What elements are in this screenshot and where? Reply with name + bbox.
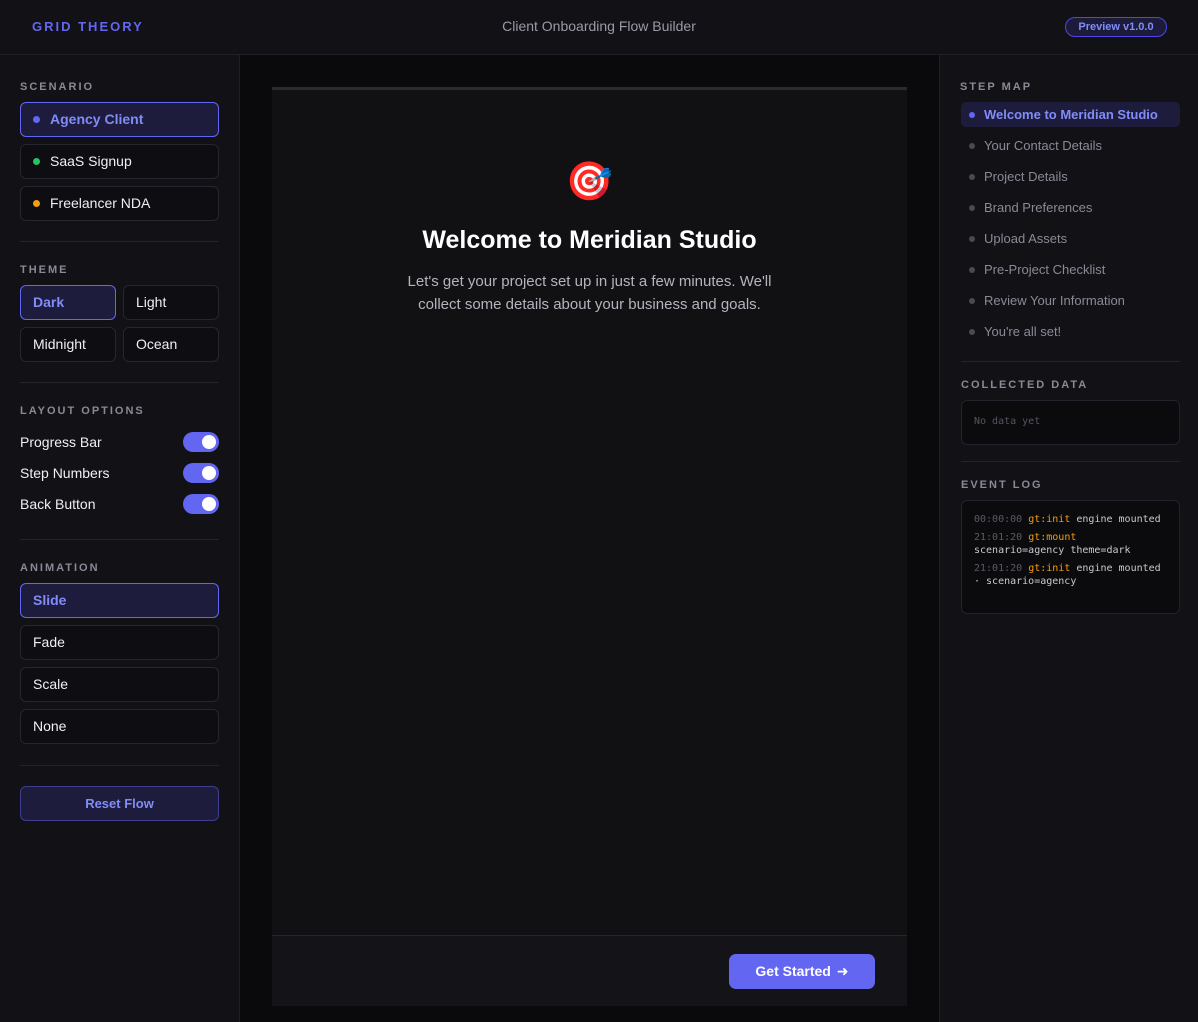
status-dot-icon: [33, 158, 40, 165]
divider: [20, 765, 219, 766]
toggle-row-back-button: Back Button: [20, 494, 219, 514]
step-title: Welcome to Meridian Studio: [422, 226, 757, 254]
divider: [20, 539, 219, 540]
animation-fade-button[interactable]: Fade: [20, 625, 219, 660]
right-sidebar: STEP MAP Welcome to Meridian Studio Your…: [939, 55, 1198, 1022]
toggle-row-step-numbers: Step Numbers: [20, 463, 219, 483]
toggle-label: Back Button: [20, 496, 96, 512]
step-map-item[interactable]: Upload Assets: [961, 226, 1180, 251]
step-description: Let's get your project set up in just a …: [407, 273, 772, 313]
step-map-label: STEP MAP: [960, 81, 1033, 93]
step-map-item[interactable]: Brand Preferences: [961, 195, 1180, 220]
divider: [20, 382, 219, 383]
scenario-section-label: SCENARIO: [20, 81, 95, 93]
log-text: scenario=agency theme=dark: [974, 545, 1131, 556]
back-button-toggle[interactable]: [183, 494, 219, 514]
log-time: 21:01:20: [974, 563, 1023, 574]
version-badge: Preview v1.0.0: [1065, 17, 1167, 37]
toggle-label: Progress Bar: [20, 434, 102, 450]
step-label: Welcome to Meridian Studio: [984, 107, 1158, 122]
scenario-saas-signup[interactable]: SaaS Signup: [20, 144, 219, 179]
flow-preview-card: 🎯 Welcome to Meridian Studio Let's get y…: [272, 87, 907, 1006]
scenario-agency-client[interactable]: Agency Client: [20, 102, 219, 137]
step-label: Pre-Project Checklist: [984, 262, 1106, 277]
get-started-button[interactable]: Get Started ➜: [729, 954, 875, 989]
divider: [20, 241, 219, 242]
left-sidebar: SCENARIO Agency Client SaaS Signup Freel…: [0, 55, 240, 1022]
log-time: 00:00:00: [974, 514, 1023, 525]
step-map-item[interactable]: Welcome to Meridian Studio: [961, 102, 1180, 127]
divider: [961, 361, 1180, 362]
log-time: 21:01:20: [974, 532, 1023, 543]
log-entry: 21:01:20 gt:init engine mounted · scenar…: [974, 562, 1171, 588]
step-map-item[interactable]: Pre-Project Checklist: [961, 257, 1180, 282]
step-map-item[interactable]: Project Details: [961, 164, 1180, 189]
collected-data-panel: No data yet: [961, 400, 1180, 445]
layout-section-label: LAYOUT OPTIONS: [20, 405, 145, 417]
step-dot-icon: [969, 236, 975, 242]
step-footer: Get Started ➜: [272, 935, 907, 1006]
step-dot-icon: [969, 267, 975, 273]
step-label: Your Contact Details: [984, 138, 1103, 153]
animation-section-label: ANIMATION: [20, 562, 100, 574]
theme-dark-button[interactable]: Dark: [20, 285, 116, 320]
log-tag: gt:init: [1028, 563, 1071, 574]
scenario-label: Agency Client: [50, 111, 144, 127]
step-map-item[interactable]: Your Contact Details: [961, 133, 1180, 158]
step-dot-icon: [969, 205, 975, 211]
log-tag: gt:init: [1028, 514, 1071, 525]
theme-midnight-button[interactable]: Midnight: [20, 327, 116, 362]
empty-state-text: No data yet: [974, 416, 1041, 427]
toggle-row-progress-bar: Progress Bar: [20, 432, 219, 452]
event-log-label: EVENT LOG: [961, 479, 1043, 491]
step-label: Project Details: [984, 169, 1068, 184]
reset-flow-button[interactable]: Reset Flow: [20, 786, 219, 821]
target-icon: 🎯: [565, 161, 614, 203]
app-title: Client Onboarding Flow Builder: [502, 18, 696, 34]
get-started-label: Get Started: [755, 963, 831, 979]
theme-section-label: THEME: [20, 264, 69, 276]
step-dot-icon: [969, 112, 975, 118]
step-dot-icon: [969, 174, 975, 180]
log-entry: 21:01:20 gt:mount scenario=agency theme=…: [974, 531, 1171, 557]
animation-none-button[interactable]: None: [20, 709, 219, 744]
step-label: Brand Preferences: [984, 200, 1093, 215]
animation-scale-button[interactable]: Scale: [20, 667, 219, 702]
step-dot-icon: [969, 298, 975, 304]
status-dot-icon: [33, 200, 40, 207]
animation-slide-button[interactable]: Slide: [20, 583, 219, 618]
divider: [961, 461, 1180, 462]
status-dot-icon: [33, 116, 40, 123]
step-label: Review Your Information: [984, 293, 1125, 308]
toggle-label: Step Numbers: [20, 465, 110, 481]
step-label: You're all set!: [984, 324, 1062, 339]
event-log-panel: 00:00:00 gt:init engine mounted 21:01:20…: [961, 500, 1180, 614]
scenario-label: Freelancer NDA: [50, 195, 151, 211]
progress-bar-toggle[interactable]: [183, 432, 219, 452]
collected-data-label: COLLECTED DATA: [961, 379, 1089, 391]
step-map-item[interactable]: You're all set!: [961, 319, 1180, 344]
arrow-right-icon: ➜: [836, 963, 849, 979]
toggle-knob: [202, 435, 216, 449]
step-dot-icon: [969, 143, 975, 149]
step-numbers-toggle[interactable]: [183, 463, 219, 483]
scenario-freelancer-nda[interactable]: Freelancer NDA: [20, 186, 219, 221]
log-entry: 00:00:00 gt:init engine mounted: [974, 513, 1171, 526]
toggle-knob: [202, 497, 216, 511]
log-tag: gt:mount: [1028, 532, 1077, 543]
log-text: engine mounted: [1076, 514, 1161, 525]
step-map-item[interactable]: Review Your Information: [961, 288, 1180, 313]
theme-ocean-button[interactable]: Ocean: [123, 327, 219, 362]
theme-light-button[interactable]: Light: [123, 285, 219, 320]
toggle-knob: [202, 466, 216, 480]
step-dot-icon: [969, 329, 975, 335]
top-bar: GRID THEORY Client Onboarding Flow Build…: [0, 0, 1198, 55]
scenario-label: SaaS Signup: [50, 153, 132, 169]
step-label: Upload Assets: [984, 231, 1068, 246]
